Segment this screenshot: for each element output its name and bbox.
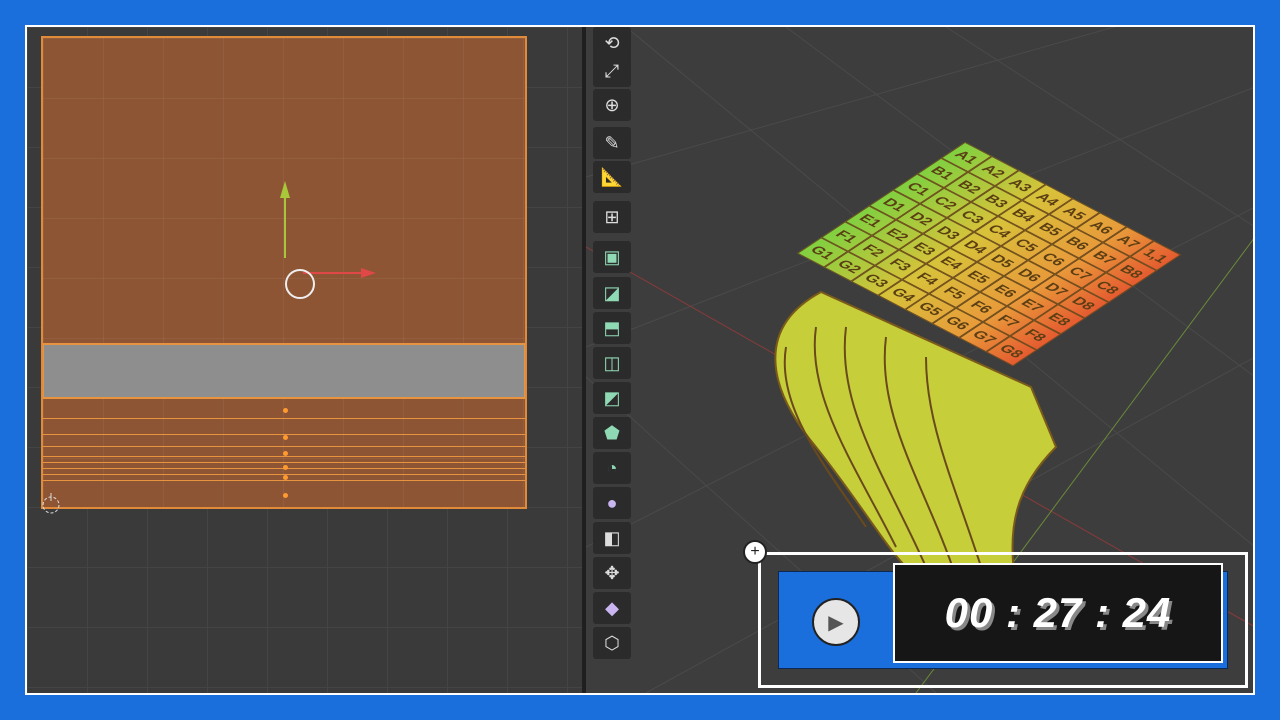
smooth-tool-icon: ●: [606, 492, 618, 513]
measure-tool-button[interactable]: 📐: [593, 161, 631, 193]
shear-tool-button[interactable]: ◆: [593, 592, 631, 624]
extrude-region-tool-button[interactable]: ▣: [593, 241, 631, 273]
transform-gizmo[interactable]: [43, 38, 529, 338]
uv-editor[interactable]: [27, 27, 583, 693]
add-cube-tool-icon: ⊞: [604, 206, 620, 227]
cursor-3d-icon: [42, 493, 60, 514]
scale-tool-icon: ⤢: [604, 60, 620, 81]
tool-shelf: ⟲ ⤢ ⊕ ✎ 📐 ⊞ ▣ ◪ ⬒ ◫ ◩ ⬟ ◔ ● ◧ ✥ ◆ ⬡: [593, 27, 633, 667]
poly-build-tool-icon: ⬟: [604, 422, 620, 443]
play-icon: ▶: [828, 611, 844, 634]
timer-text: 00 : 27 : 24: [944, 589, 1172, 636]
knife-tool-icon: ◩: [603, 387, 621, 408]
smooth-tool-button[interactable]: ●: [593, 487, 631, 519]
measure-tool-icon: 📐: [600, 166, 624, 187]
edge-slide-tool-button[interactable]: ◧: [593, 522, 631, 554]
spin-tool-icon: ◔: [606, 457, 618, 478]
shrink-fatten-tool-icon: ✥: [604, 562, 620, 583]
pivot-circle[interactable]: [285, 269, 315, 299]
transform-tool-icon: ⊕: [604, 94, 620, 115]
scale-tool-button[interactable]: ⤢: [593, 55, 631, 87]
rip-region-tool-button[interactable]: ⬡: [593, 627, 631, 659]
spin-tool-button[interactable]: ◔: [593, 452, 631, 484]
loop-cut-tool-button[interactable]: ◫: [593, 347, 631, 379]
inset-faces-tool-icon: ◪: [603, 282, 621, 303]
selected-faces[interactable]: [43, 344, 525, 398]
inset-faces-tool-button[interactable]: ◪: [593, 277, 631, 309]
transform-tool-button[interactable]: ⊕: [593, 89, 631, 121]
poly-build-tool-button[interactable]: ⬟: [593, 417, 631, 449]
rotate-tool-icon: ⟲: [604, 32, 620, 53]
bevel-tool-button[interactable]: ⬒: [593, 312, 631, 344]
bevel-tool-icon: ⬒: [603, 317, 621, 338]
extrude-region-tool-icon: ▣: [603, 246, 621, 267]
annotate-tool-button[interactable]: ✎: [593, 127, 631, 159]
timer-display: 00 : 27 : 24: [893, 563, 1223, 663]
rip-region-tool-icon: ⬡: [604, 632, 620, 653]
shear-tool-icon: ◆: [605, 597, 619, 618]
knife-tool-button[interactable]: ◩: [593, 382, 631, 414]
loop-cut-tool-icon: ◫: [603, 352, 621, 373]
uv-island[interactable]: [41, 36, 527, 509]
annotate-tool-icon: ✎: [604, 132, 620, 153]
shrink-fatten-tool-button[interactable]: ✥: [593, 557, 631, 589]
add-icon[interactable]: +: [743, 540, 767, 564]
edge-slide-tool-icon: ◧: [603, 527, 621, 548]
play-button[interactable]: ▶: [812, 598, 860, 646]
add-cube-tool-button[interactable]: ⊞: [593, 201, 631, 233]
